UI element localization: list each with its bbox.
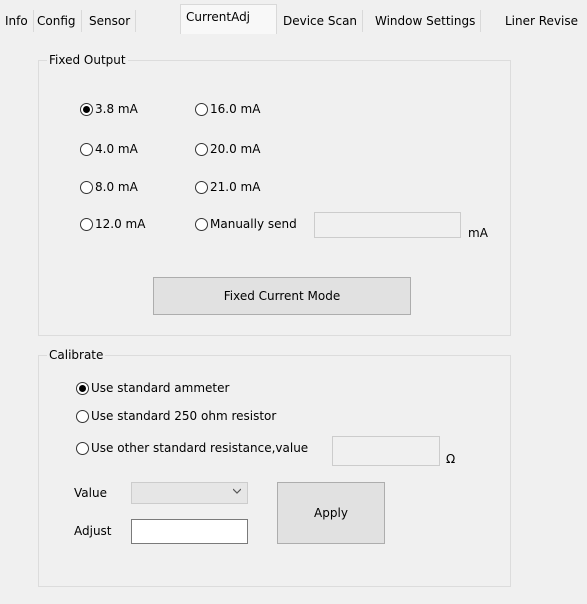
tab-currentadj[interactable]: CurrentAdj	[180, 4, 277, 35]
radio-label: Use standard 250 ohm resistor	[91, 409, 277, 423]
radio-button-icon	[76, 441, 89, 455]
radio-button-icon	[195, 217, 208, 231]
currentadj-panel: Fixed Output 3.8 mA 4.0 mA 8.0 mA 12.0 m…	[0, 34, 587, 604]
radio-label: 3.8 mA	[95, 102, 138, 116]
radio-button-icon	[195, 102, 208, 116]
radio-button-icon	[76, 381, 89, 395]
tab-bar: Info Config Sensor CurrentAdj Device Sca…	[0, 0, 587, 35]
value-label: Value	[74, 486, 107, 500]
radio-4-0-ma[interactable]: 4.0 mA	[80, 141, 138, 157]
tab-config[interactable]: Config	[32, 10, 82, 32]
radio-button-icon	[80, 180, 93, 194]
tab-device-scan[interactable]: Device Scan	[278, 10, 364, 32]
tab-info[interactable]: Info	[0, 10, 34, 32]
radio-20-0-ma[interactable]: 20.0 mA	[195, 141, 260, 157]
fixed-current-mode-button[interactable]: Fixed Current Mode	[153, 277, 411, 315]
radio-other-resistance[interactable]: Use other standard resistance,value	[76, 440, 308, 456]
radio-label: 16.0 mA	[210, 102, 261, 116]
tab-sensor[interactable]: Sensor	[84, 10, 137, 32]
radio-label: 8.0 mA	[95, 180, 138, 194]
radio-8-0-ma[interactable]: 8.0 mA	[80, 179, 138, 195]
tab-window-settings[interactable]: Window Settings	[370, 10, 482, 32]
radio-selected-dot	[79, 384, 86, 392]
radio-label: 21.0 mA	[210, 180, 261, 194]
resistance-value-input[interactable]	[332, 436, 440, 466]
radio-label: Use other standard resistance,value	[91, 441, 309, 455]
radio-label: 12.0 mA	[95, 217, 146, 231]
radio-selected-dot	[83, 105, 90, 113]
radio-16-0-ma[interactable]: 16.0 mA	[195, 101, 260, 117]
apply-button[interactable]: Apply	[277, 482, 385, 544]
radio-12-0-ma[interactable]: 12.0 mA	[80, 216, 145, 232]
adjust-input[interactable]	[131, 519, 248, 544]
radio-label: 4.0 mA	[95, 142, 138, 156]
radio-button-icon	[80, 217, 93, 231]
radio-button-icon	[195, 180, 208, 194]
adjust-label: Adjust	[74, 524, 112, 538]
radio-3-8-ma[interactable]: 3.8 mA	[80, 101, 138, 117]
fixed-output-title: Fixed Output	[47, 53, 128, 67]
radio-manually-send[interactable]: Manually send	[195, 216, 297, 232]
tab-liner-revise[interactable]: Liner Revise	[500, 10, 583, 32]
radio-250-ohm-resistor[interactable]: Use standard 250 ohm resistor	[76, 408, 276, 424]
radio-button-icon	[76, 409, 89, 423]
manual-unit-label: mA	[468, 226, 488, 240]
radio-button-icon	[80, 102, 93, 116]
ohm-unit-label: Ω	[446, 452, 456, 466]
value-dropdown[interactable]	[131, 482, 248, 504]
manual-current-input[interactable]	[314, 212, 461, 238]
radio-button-icon	[80, 142, 93, 156]
radio-label: Manually send	[210, 217, 297, 231]
radio-button-icon	[195, 142, 208, 156]
radio-standard-ammeter[interactable]: Use standard ammeter	[76, 380, 229, 396]
radio-label: 20.0 mA	[210, 142, 261, 156]
chevron-down-icon	[233, 488, 241, 494]
radio-label: Use standard ammeter	[91, 381, 230, 395]
radio-21-0-ma[interactable]: 21.0 mA	[195, 179, 260, 195]
calibrate-title: Calibrate	[47, 348, 106, 362]
